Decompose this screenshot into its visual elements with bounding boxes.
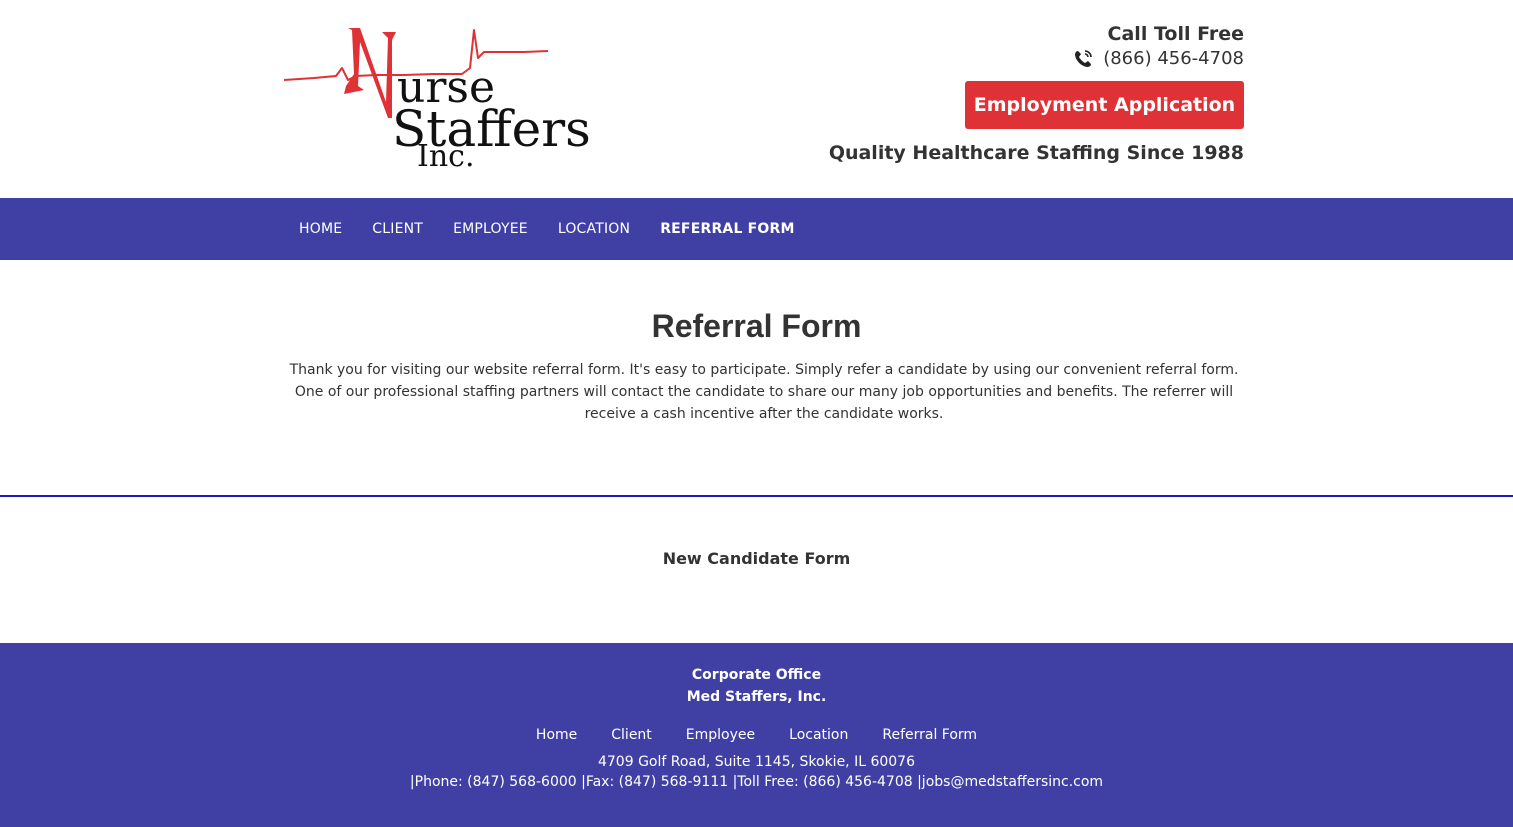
form-title: New Candidate Form: [662, 549, 851, 568]
phone-row: (866) 456-4708: [829, 46, 1244, 72]
logo-text-inc: Inc.: [417, 139, 475, 174]
footer-link-client[interactable]: Client: [594, 727, 669, 743]
employment-application-button[interactable]: Employment Application: [965, 81, 1244, 129]
nav-item-client[interactable]: CLIENT: [357, 221, 438, 237]
footer-link-home[interactable]: Home: [519, 727, 594, 743]
footer-link-referral-form[interactable]: Referral Form: [865, 727, 994, 743]
candidate-form-section: New Candidate Form: [0, 497, 1513, 643]
call-toll-free-label: Call Toll Free: [1107, 23, 1244, 45]
footer-office: Corporate Office Med Staffers, Inc.: [0, 664, 1513, 708]
footer-contact: |Phone: (847) 568-6000 |Fax: (847) 568-9…: [409, 774, 1104, 790]
nav-list: HOME CLIENT EMPLOYEE LOCATION REFERRAL F…: [284, 198, 810, 260]
nurse-staffers-logo[interactable]: urse Staffers Inc.: [284, 24, 591, 178]
footer-link-location[interactable]: Location: [772, 727, 865, 743]
company-name: Med Staffers, Inc.: [686, 689, 827, 705]
footer-link-employee[interactable]: Employee: [669, 727, 772, 743]
nav-item-referral-form[interactable]: REFERRAL FORM: [645, 221, 809, 237]
header-contact: Call Toll Free (866) 456-4708 Employment…: [829, 22, 1244, 165]
main-content: Referral Form Thank you for visiting our…: [0, 260, 1513, 496]
nav-item-home[interactable]: HOME: [284, 221, 357, 237]
page-title: Referral Form: [651, 308, 862, 344]
office-label: Corporate Office: [691, 667, 822, 683]
tagline: Quality Healthcare Staffing Since 1988: [828, 142, 1244, 164]
main-nav: HOME CLIENT EMPLOYEE LOCATION REFERRAL F…: [0, 198, 1513, 260]
nav-item-employee[interactable]: EMPLOYEE: [438, 221, 543, 237]
footer-links: Home Client Employee Location Referral F…: [0, 727, 1513, 743]
toll-free-phone[interactable]: (866) 456-4708: [1103, 46, 1244, 72]
intro-paragraph: Thank you for visiting our website refer…: [289, 362, 1239, 422]
phone-icon: [1073, 49, 1093, 69]
footer-address: 4709 Golf Road, Suite 1145, Skokie, IL 6…: [597, 754, 915, 770]
site-header: urse Staffers Inc. Call Toll Free (866) …: [0, 0, 1513, 198]
site-footer: Corporate Office Med Staffers, Inc. Home…: [0, 643, 1513, 827]
nav-item-location[interactable]: LOCATION: [543, 221, 645, 237]
